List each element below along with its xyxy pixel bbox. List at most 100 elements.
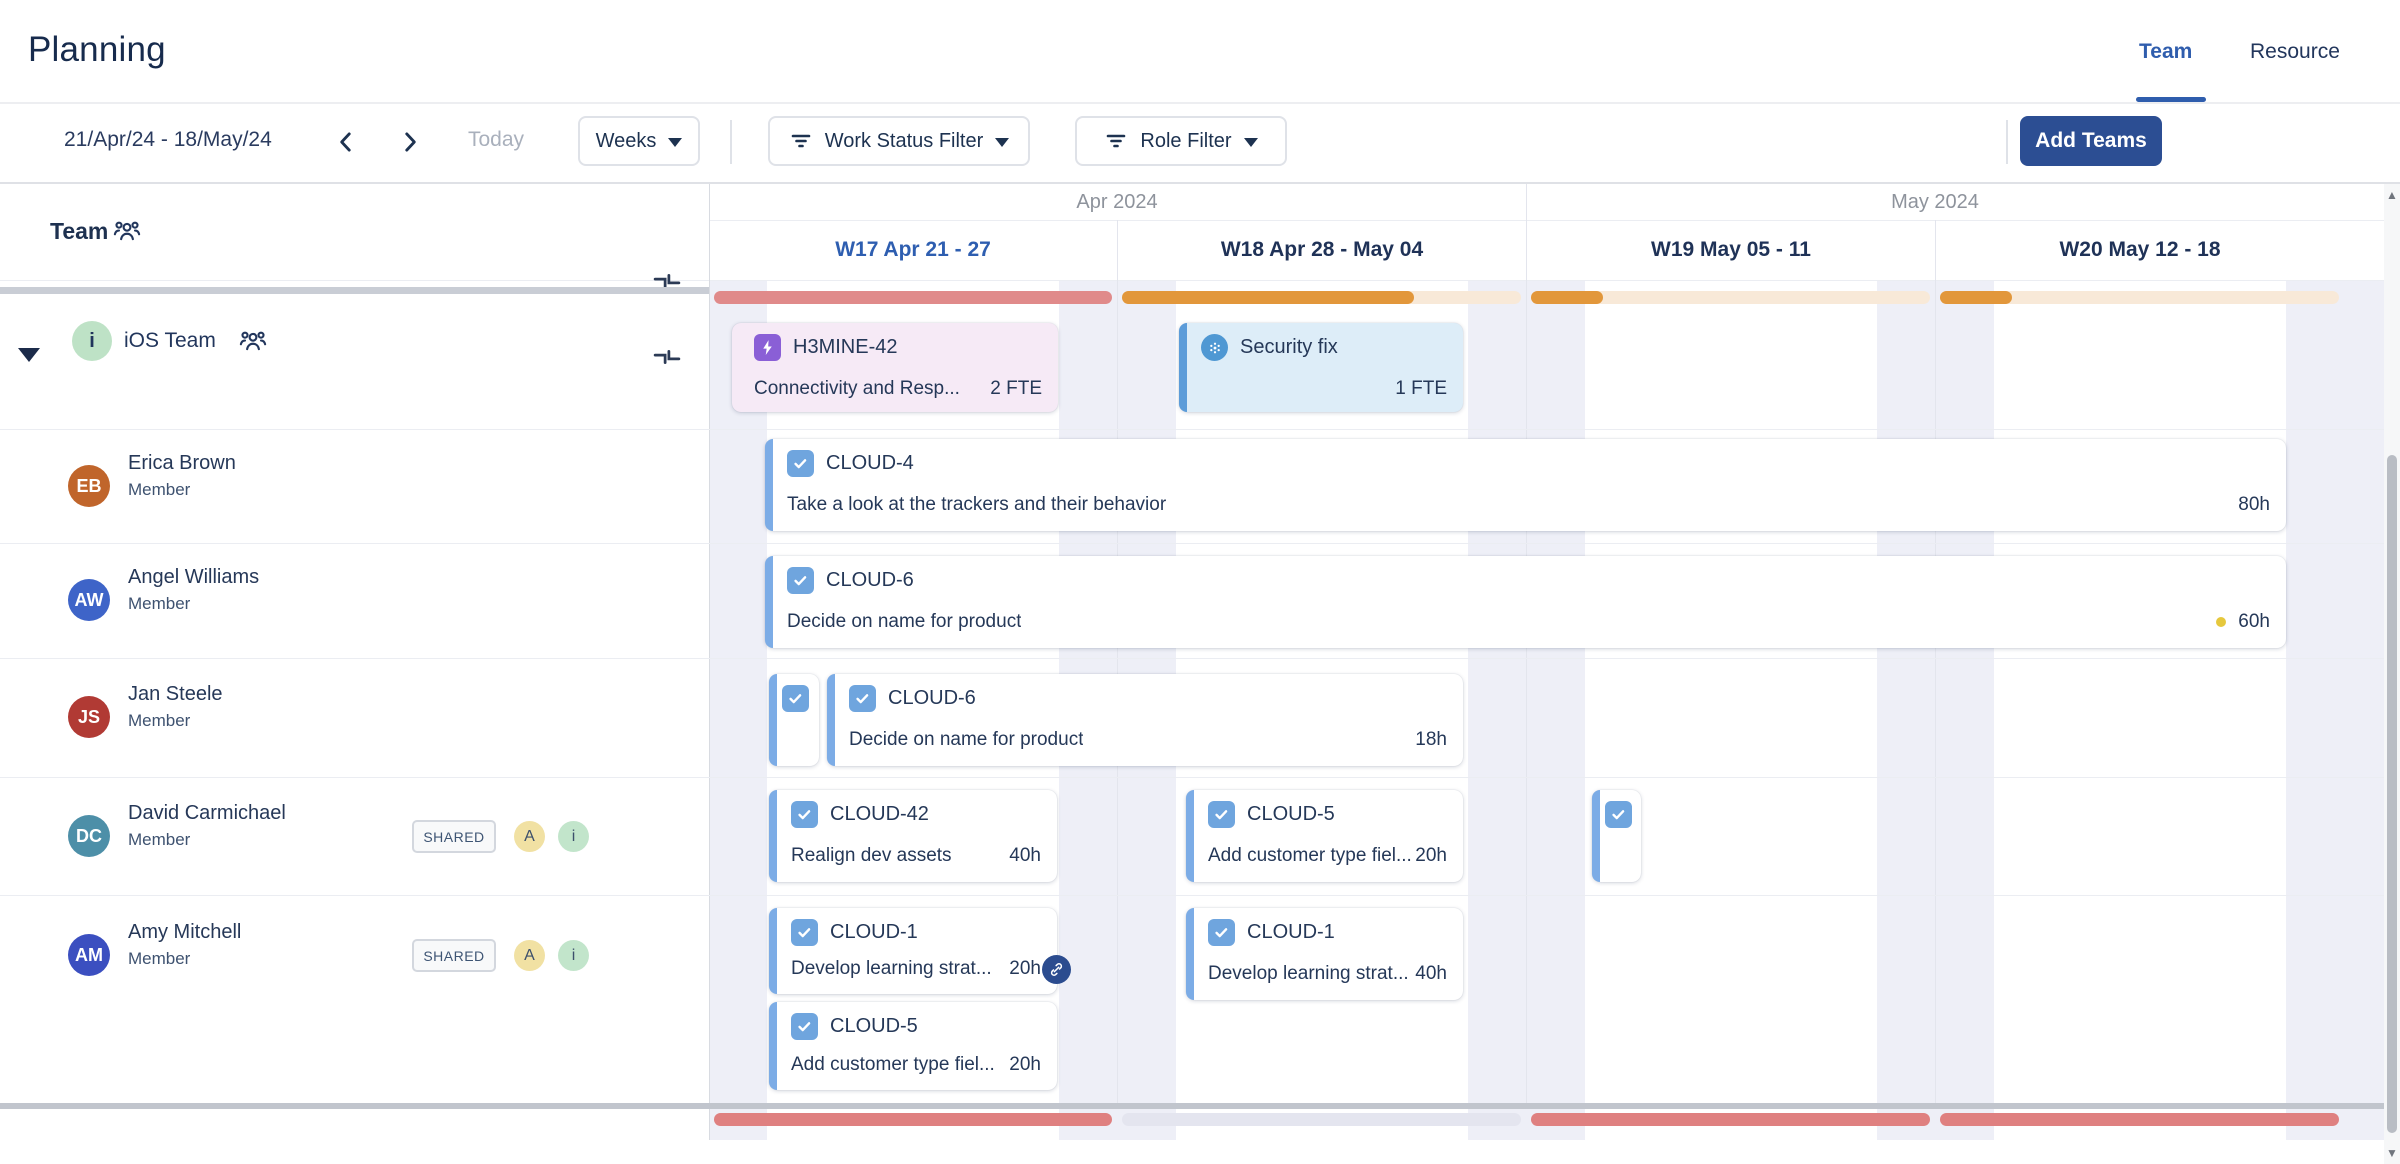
- avatar: JS: [68, 696, 110, 738]
- team-membership-badge: i: [558, 821, 589, 852]
- issue-summary: Develop learning strat...: [1208, 963, 1409, 985]
- capacity-strip-w19-used: [1531, 291, 1603, 304]
- date-range-label: 21/Apr/24 - 18/May/24: [64, 128, 272, 152]
- card-accent-bar: [769, 1002, 777, 1090]
- team-expand-toggle[interactable]: [18, 348, 40, 362]
- summary-strip-w18: [1122, 1113, 1521, 1126]
- tab-resource[interactable]: Resource: [2250, 40, 2340, 64]
- next-period-button[interactable]: [390, 120, 430, 164]
- issue-key: CLOUD-42: [830, 803, 929, 826]
- vertical-scrollbar[interactable]: ▲ ▼: [2384, 184, 2400, 1164]
- today-button[interactable]: Today: [468, 128, 524, 152]
- scrollbar-thumb[interactable]: [2387, 455, 2397, 1133]
- summary-strip-w19: [1531, 1113, 1930, 1126]
- member-role: Member: [128, 480, 190, 500]
- member-role: Member: [128, 594, 190, 614]
- page-title: Planning: [28, 30, 166, 70]
- card-accent-bar: [827, 674, 835, 766]
- avatar: EB: [68, 465, 110, 507]
- capacity-strip-w20-used: [1940, 291, 2012, 304]
- team-group-icon: [238, 326, 268, 356]
- card-title: Security fix: [1240, 336, 1338, 359]
- card-accent-bar: [769, 908, 777, 994]
- issue-summary: Decide on name for product: [787, 611, 1021, 633]
- task-card-stub[interactable]: [1592, 790, 1641, 882]
- resize-handle-icon[interactable]: [652, 342, 682, 372]
- role-filter-dropdown[interactable]: Role Filter: [1075, 116, 1287, 166]
- summary-strip-w17: [714, 1113, 1112, 1126]
- task-card-cloud-4[interactable]: CLOUD-4 Take a look at the trackers and …: [765, 439, 2286, 531]
- scroll-down-arrow[interactable]: ▼: [2386, 1146, 2398, 1160]
- task-card-cloud-1-w17[interactable]: CLOUD-1 Develop learning strat... 20h: [769, 908, 1057, 994]
- checkbox-icon: [782, 685, 809, 712]
- grid-line: [1526, 280, 1527, 1103]
- filter-icon: [1104, 129, 1128, 153]
- panel-header-divider: [0, 287, 709, 294]
- task-card-stub[interactable]: [769, 674, 819, 766]
- week-header-w17: W17 Apr 21 - 27: [835, 238, 991, 262]
- member-name: Jan Steele: [128, 683, 223, 706]
- card-accent-bar: [1186, 908, 1194, 1000]
- tab-team[interactable]: Team: [2139, 40, 2192, 64]
- week-header-w20: W20 May 12 - 18: [2059, 238, 2220, 262]
- issue-key: H3MINE-42: [793, 336, 897, 359]
- toolbar-separator: [730, 120, 732, 164]
- shared-badge: SHARED: [412, 939, 496, 972]
- interval-value: Weeks: [596, 130, 657, 153]
- checkbox-icon: [787, 450, 814, 477]
- link-badge[interactable]: [1042, 955, 1071, 984]
- yellow-dot-indicator: [2216, 617, 2226, 627]
- task-card-cloud-6-jan[interactable]: CLOUD-6 Decide on name for product 18h: [827, 674, 1463, 766]
- row-divider: [0, 777, 2384, 778]
- work-status-filter-dropdown[interactable]: Work Status Filter: [768, 116, 1030, 166]
- member-name: Angel Williams: [128, 566, 259, 589]
- chevron-right-icon: [397, 129, 423, 155]
- task-card-cloud-42[interactable]: CLOUD-42 Realign dev assets 40h: [769, 790, 1057, 882]
- team-name: iOS Team: [124, 329, 216, 353]
- card-accent-bar: [769, 674, 777, 766]
- member-role: Member: [128, 711, 190, 731]
- card-accent-bar: [1186, 790, 1194, 882]
- hours-label: 20h: [1415, 845, 1447, 867]
- chevron-down-icon: [995, 138, 1009, 147]
- role-filter-label: Role Filter: [1140, 130, 1231, 153]
- task-card-cloud-5-w17[interactable]: CLOUD-5 Add customer type fiel... 20h: [769, 1002, 1057, 1090]
- issue-summary: Connectivity and Resp...: [754, 378, 960, 400]
- availability-badge: A: [514, 821, 545, 852]
- hours-label: 18h: [1415, 729, 1447, 751]
- fte-label: 1 FTE: [1395, 378, 1447, 400]
- prev-period-button[interactable]: [326, 120, 366, 164]
- active-tab-underline: [2136, 97, 2206, 102]
- team-avatar: i: [72, 321, 112, 361]
- issue-summary: Decide on name for product: [849, 729, 1083, 751]
- allocation-card-security-fix[interactable]: Security fix 1 FTE: [1179, 323, 1463, 412]
- issue-key: CLOUD-6: [888, 687, 976, 710]
- week-header-w18: W18 Apr 28 - May 04: [1221, 238, 1423, 262]
- hours-label: 20h: [1009, 1054, 1041, 1076]
- task-card-cloud-5-w18[interactable]: CLOUD-5 Add customer type fiel... 20h: [1186, 790, 1463, 882]
- member-name: Amy Mitchell: [128, 921, 241, 944]
- task-card-cloud-6[interactable]: CLOUD-6 Decide on name for product 60h: [765, 556, 2286, 648]
- interval-dropdown[interactable]: Weeks: [578, 116, 700, 166]
- allocation-card-h3mine-42[interactable]: H3MINE-42 Connectivity and Resp... 2 FTE: [732, 323, 1058, 412]
- work-status-filter-label: Work Status Filter: [825, 130, 984, 153]
- horizontal-scrollbar[interactable]: [0, 1103, 2384, 1109]
- scroll-up-arrow[interactable]: ▲: [2386, 188, 2398, 202]
- hours-label: 40h: [1009, 845, 1041, 867]
- issue-key: CLOUD-5: [830, 1015, 918, 1038]
- app-header: Planning Team Resource: [0, 0, 2400, 104]
- card-accent-bar: [1592, 790, 1600, 882]
- add-teams-button[interactable]: Add Teams: [2020, 116, 2162, 166]
- task-card-cloud-1-w18[interactable]: CLOUD-1 Develop learning strat... 40h: [1186, 908, 1463, 1000]
- month-label: May 2024: [1891, 191, 1979, 214]
- hours-label: 20h: [1009, 958, 1041, 980]
- issue-summary: Add customer type fiel...: [791, 1054, 995, 1076]
- grid-line: [1935, 220, 1936, 1103]
- checkbox-icon: [791, 919, 818, 946]
- planning-grid: Apr 2024 May 2024 W17 Apr 21 - 27 W18 Ap…: [0, 184, 2400, 1164]
- week-header-w19: W19 May 05 - 11: [1651, 238, 1811, 262]
- toolbar: 21/Apr/24 - 18/May/24 Today Weeks Work S…: [0, 104, 2400, 184]
- issue-summary: Develop learning strat...: [791, 958, 992, 980]
- dots-circle-icon: [1201, 334, 1228, 361]
- issue-key: CLOUD-5: [1247, 803, 1335, 826]
